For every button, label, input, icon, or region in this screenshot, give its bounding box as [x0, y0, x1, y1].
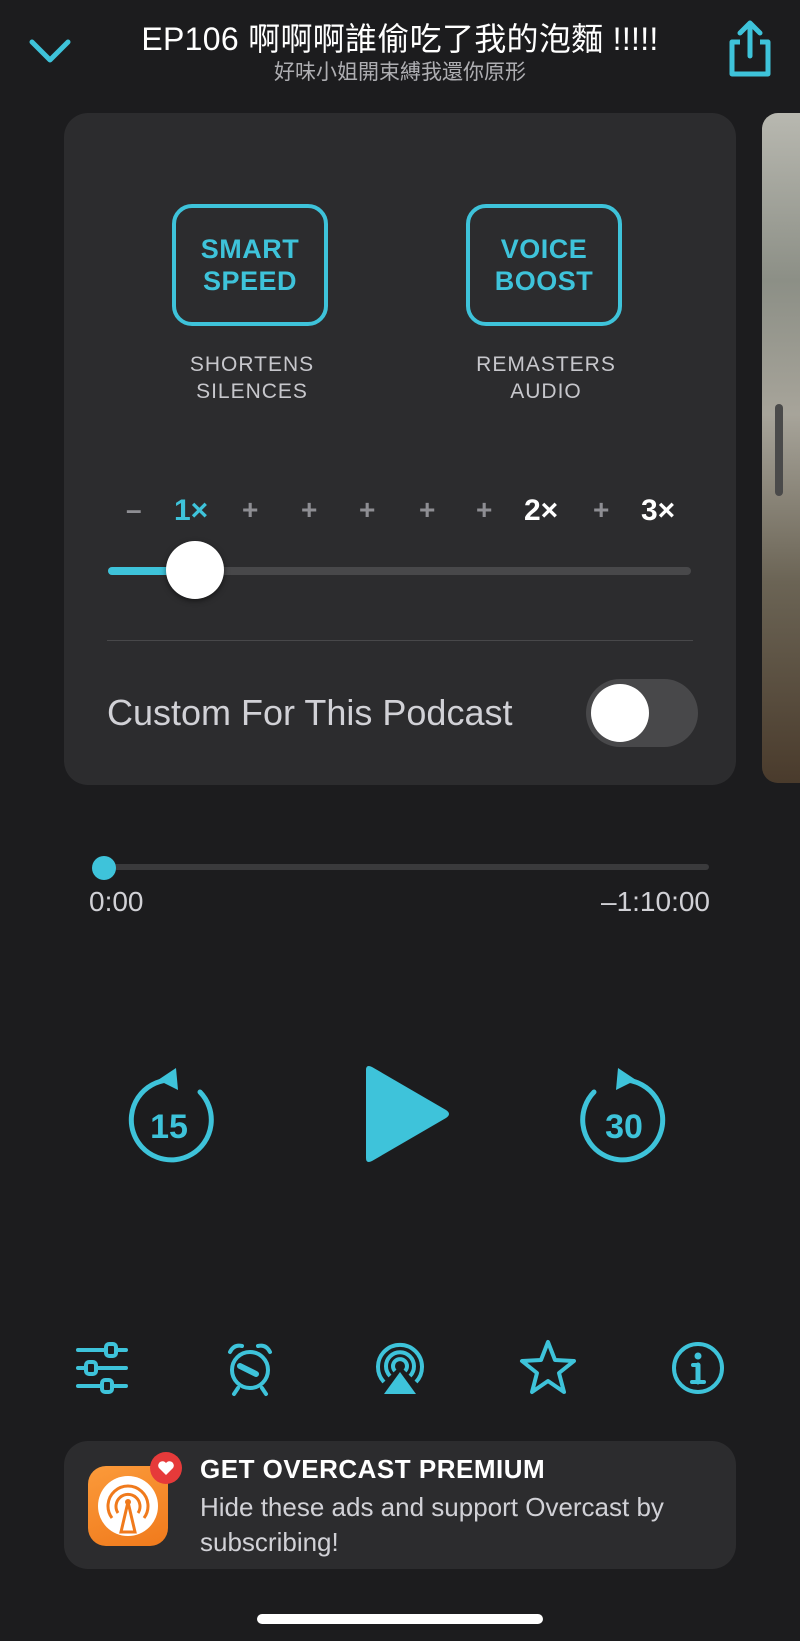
alarm-clock-icon[interactable]: [220, 1338, 280, 1398]
elapsed-time: 0:00: [89, 886, 144, 917]
voice-boost-button[interactable]: VOICE BOOST: [466, 204, 622, 326]
speed-tick[interactable]: +: [593, 494, 609, 526]
custom-podcast-label: Custom For This Podcast: [107, 692, 513, 733]
speed-decrease[interactable]: –: [126, 494, 142, 526]
voice-boost-description: REMASTERS AUDIO: [446, 351, 646, 405]
divider: [107, 640, 693, 641]
heart-icon: [158, 1461, 174, 1475]
playback-progress-track[interactable]: [101, 864, 709, 870]
home-indicator[interactable]: [257, 1614, 543, 1624]
airplay-icon[interactable]: [370, 1338, 430, 1398]
speed-tick[interactable]: +: [359, 494, 375, 526]
scroll-indicator: [775, 404, 783, 496]
voice-boost-label-1: VOICE: [500, 234, 588, 264]
skip-forward-label: 30: [605, 1108, 643, 1146]
equalizer-sliders-icon[interactable]: [72, 1338, 132, 1398]
remaining-time: –1:10:00: [601, 886, 710, 917]
voice-boost-label-2: BOOST: [494, 266, 594, 296]
speed-tick[interactable]: +: [419, 494, 435, 526]
speed-tick-1x[interactable]: 1×: [174, 494, 208, 528]
play-button[interactable]: [358, 1062, 454, 1166]
play-icon: [366, 1066, 449, 1162]
podcast-title: 好味小姐開束縛我還你原形: [274, 61, 526, 84]
smart-speed-label-1: SMART: [200, 234, 300, 264]
smart-speed-button[interactable]: SMART SPEED: [172, 204, 328, 326]
voice-boost-desc-1: REMASTERS: [476, 353, 616, 376]
skip-forward-30-button[interactable]: 30: [572, 1058, 670, 1164]
speed-tick[interactable]: +: [242, 494, 258, 526]
toggle-knob[interactable]: [591, 684, 649, 742]
skip-back-15-button[interactable]: 15: [124, 1058, 222, 1164]
smart-speed-desc-2: SILENCES: [196, 380, 308, 403]
star-icon[interactable]: [518, 1338, 578, 1398]
premium-description: Hide these ads and support Overcast by s…: [200, 1492, 664, 1557]
speed-slider-handle[interactable]: [166, 541, 224, 599]
smart-speed-description: SHORTENS SILENCES: [152, 351, 352, 405]
smart-speed-label-2: SPEED: [202, 266, 298, 296]
skip-back-label: 15: [150, 1108, 188, 1146]
premium-title: GET OVERCAST PREMIUM: [200, 1454, 546, 1484]
playback-progress-handle[interactable]: [92, 856, 116, 880]
speed-tick-2x[interactable]: 2×: [524, 494, 558, 528]
heart-badge: [150, 1452, 182, 1484]
episode-title: EP106 啊啊啊誰偷吃了我的泡麵 !!!!!: [141, 21, 659, 57]
speed-tick[interactable]: +: [301, 494, 317, 526]
speed-tick[interactable]: +: [476, 494, 492, 526]
speed-tick-3x[interactable]: 3×: [641, 494, 675, 528]
share-icon[interactable]: [720, 18, 780, 80]
voice-boost-desc-2: AUDIO: [510, 380, 582, 403]
smart-speed-desc-1: SHORTENS: [189, 353, 315, 376]
info-icon[interactable]: [668, 1338, 728, 1398]
chevron-down-icon[interactable]: [22, 22, 78, 78]
